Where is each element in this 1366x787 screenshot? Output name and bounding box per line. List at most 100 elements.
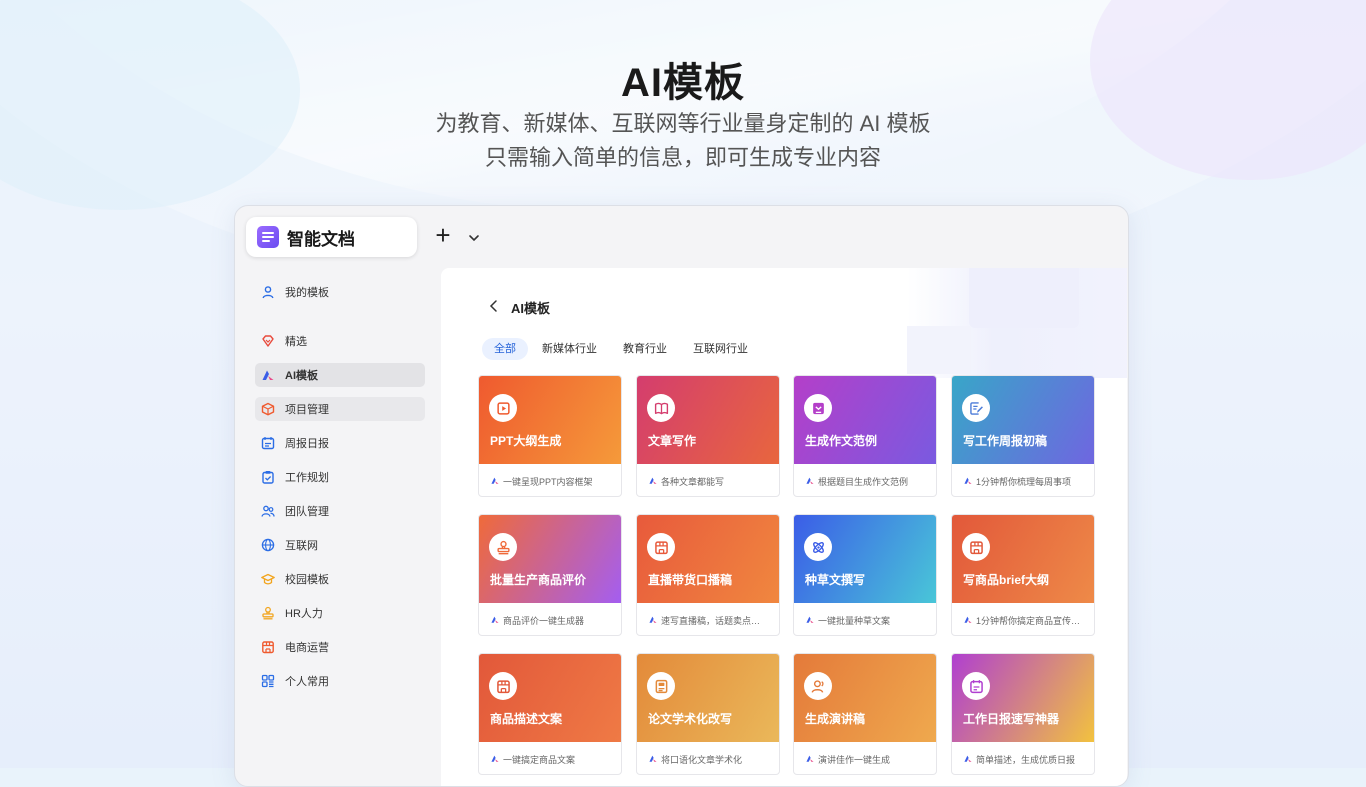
grid-icon — [261, 674, 275, 688]
store-icon — [647, 533, 675, 561]
template-card[interactable]: 种草文撰写 一键批量种草文案 — [793, 514, 937, 636]
sidebar-item-label: 周报日报 — [285, 438, 329, 450]
team-icon — [261, 504, 275, 518]
template-card[interactable]: 生成作文范例根据题目生成作文范例 — [793, 375, 937, 497]
card-description: 根据题目生成作文范例 — [818, 477, 909, 487]
sidebar-item-label: 电商运营 — [285, 642, 329, 654]
ai-logo-icon — [649, 616, 657, 623]
template-card[interactable]: 商品描述文案一键搞定商品文案 — [478, 653, 622, 775]
sidebar-item[interactable]: 团队管理 — [255, 499, 425, 523]
template-card[interactable]: 批量生产商品评价商品评价一键生成器 — [478, 514, 622, 636]
card-banner: PPT大纲生成 — [479, 376, 621, 464]
template-card[interactable]: 写工作周报初稿 1分钟帮你梳理每周事项 — [951, 375, 1095, 497]
app-window: 智能文档 + 我的模板精选 AI模板项目管理周报日报工作规划团队管理互联网校园模板… — [234, 205, 1129, 787]
card-description: 速写直播稿，话题卖点… — [661, 616, 761, 626]
card-description: 演讲佳作一键生成 — [818, 755, 891, 765]
card-description: 1分钟帮你梳理每周事项 — [976, 477, 1072, 487]
card-title: 生成作文范例 — [805, 434, 878, 448]
template-card[interactable]: 直播带货口播稿速写直播稿，话题卖点… — [636, 514, 780, 636]
ai-logo-icon — [964, 477, 972, 484]
chevron-down-icon[interactable] — [467, 231, 481, 245]
stamp-icon — [489, 533, 517, 561]
card-title: 论文学术化改写 — [648, 712, 733, 726]
template-card[interactable]: 生成演讲稿演讲佳作一键生成 — [793, 653, 937, 775]
stamp-icon — [261, 606, 275, 620]
sidebar-item-label: 互联网 — [285, 540, 318, 552]
template-card[interactable]: 论文学术化改写 将口语化文章学术化 — [636, 653, 780, 775]
sidebar-item[interactable]: 我的模板 — [255, 280, 425, 304]
card-title: 种草文撰写 — [805, 573, 866, 587]
graduation-cap-icon — [261, 572, 275, 586]
ai-logo-icon — [806, 477, 814, 484]
card-banner: 生成演讲稿 — [794, 654, 936, 742]
decorative-panel — [907, 326, 971, 374]
ai-logo-icon — [964, 616, 972, 623]
store-icon — [489, 672, 517, 700]
sidebar-item[interactable]: 校园模板 — [255, 567, 425, 591]
ai-logo-icon — [964, 755, 972, 762]
card-title: 直播带货口播稿 — [648, 573, 733, 587]
card-title: 商品描述文案 — [490, 712, 563, 726]
plus-icon[interactable]: + — [433, 222, 453, 248]
sidebar-item[interactable]: 个人常用 — [255, 669, 425, 693]
template-card[interactable]: 工作日报速写神器 简单描述，生成优质日报 — [951, 653, 1095, 775]
card-banner: 工作日报速写神器 — [952, 654, 1094, 742]
play-icon — [489, 394, 517, 422]
back-arrow-icon[interactable] — [487, 298, 501, 314]
card-banner: 写商品brief大纲 — [952, 515, 1094, 603]
sidebar-item-label: AI模板 — [285, 370, 318, 382]
card-banner: 生成作文范例 — [794, 376, 936, 464]
card-banner: 商品描述文案 — [479, 654, 621, 742]
user-icon — [261, 285, 275, 299]
filter-tab[interactable]: 新媒体行业 — [530, 338, 609, 360]
template-card[interactable]: 文章写作各种文章都能写 — [636, 375, 780, 497]
speaker-icon — [804, 672, 832, 700]
sidebar-item[interactable]: 互联网 — [255, 533, 425, 557]
sidebar-item-label: 工作规划 — [285, 472, 329, 484]
card-description: 一键搞定商品文案 — [503, 755, 576, 765]
cube-icon — [261, 402, 275, 416]
ai-logo-icon — [261, 368, 275, 382]
filter-tab[interactable]: 教育行业 — [611, 338, 679, 360]
atom-icon — [804, 533, 832, 561]
calendar-icon — [261, 436, 275, 450]
card-title: 批量生产商品评价 — [490, 573, 587, 587]
sidebar-item[interactable]: HR人力 — [255, 601, 425, 625]
card-description: 商品评价一键生成器 — [503, 616, 585, 626]
paper-icon — [647, 672, 675, 700]
sidebar-item-label: 校园模板 — [285, 574, 329, 586]
card-title: 工作日报速写神器 — [963, 712, 1060, 726]
card-title: 生成演讲稿 — [805, 712, 866, 726]
sidebar-item[interactable]: 项目管理 — [255, 397, 425, 421]
hero-title: AI模板 — [621, 61, 745, 105]
main-panel: AI模板 全部 新媒体行业 教育行业 互联网行业 PPT大纲生成 一键呈现PPT内容框架… — [441, 268, 1127, 786]
card-banner: 直播带货口播稿 — [637, 515, 779, 603]
clipboard-icon — [261, 470, 275, 484]
page-title: AI模板 — [511, 301, 551, 316]
template-card[interactable]: 写商品brief大纲 1分钟帮你搞定商品宣传… — [951, 514, 1095, 636]
sidebar-item[interactable]: 电商运营 — [255, 635, 425, 659]
card-title: 写工作周报初稿 — [963, 434, 1048, 448]
card-banner: 种草文撰写 — [794, 515, 936, 603]
card-description: 各种文章都能写 — [661, 477, 725, 487]
card-description: 1分钟帮你搞定商品宣传… — [976, 616, 1081, 626]
ai-logo-icon — [491, 755, 499, 762]
tab-smart-doc[interactable]: 智能文档 — [246, 217, 417, 257]
ai-logo-icon — [491, 477, 499, 484]
template-card[interactable]: PPT大纲生成 一键呈现PPT内容框架 — [478, 375, 622, 497]
card-title: 写商品brief大纲 — [963, 573, 1050, 587]
filter-tab[interactable]: 全部 — [482, 338, 528, 360]
decorative-panel — [969, 268, 1079, 328]
sidebar-item[interactable]: AI模板 — [255, 363, 425, 387]
sidebar-item-label: 精选 — [285, 336, 307, 348]
sidebar-item-label: HR人力 — [285, 608, 323, 620]
ai-logo-icon — [806, 616, 814, 623]
hero-subtitle: 为教育、新媒体、互联网等行业量身定制的 AI 模板 — [435, 111, 931, 136]
sidebar-item[interactable]: 精选 — [255, 329, 425, 353]
card-banner: 文章写作 — [637, 376, 779, 464]
sidebar-item[interactable]: 周报日报 — [255, 431, 425, 455]
globe-icon — [261, 538, 275, 552]
sidebar-item[interactable]: 工作规划 — [255, 465, 425, 489]
sidebar-item-label: 项目管理 — [285, 404, 329, 416]
filter-tab[interactable]: 互联网行业 — [681, 338, 760, 360]
